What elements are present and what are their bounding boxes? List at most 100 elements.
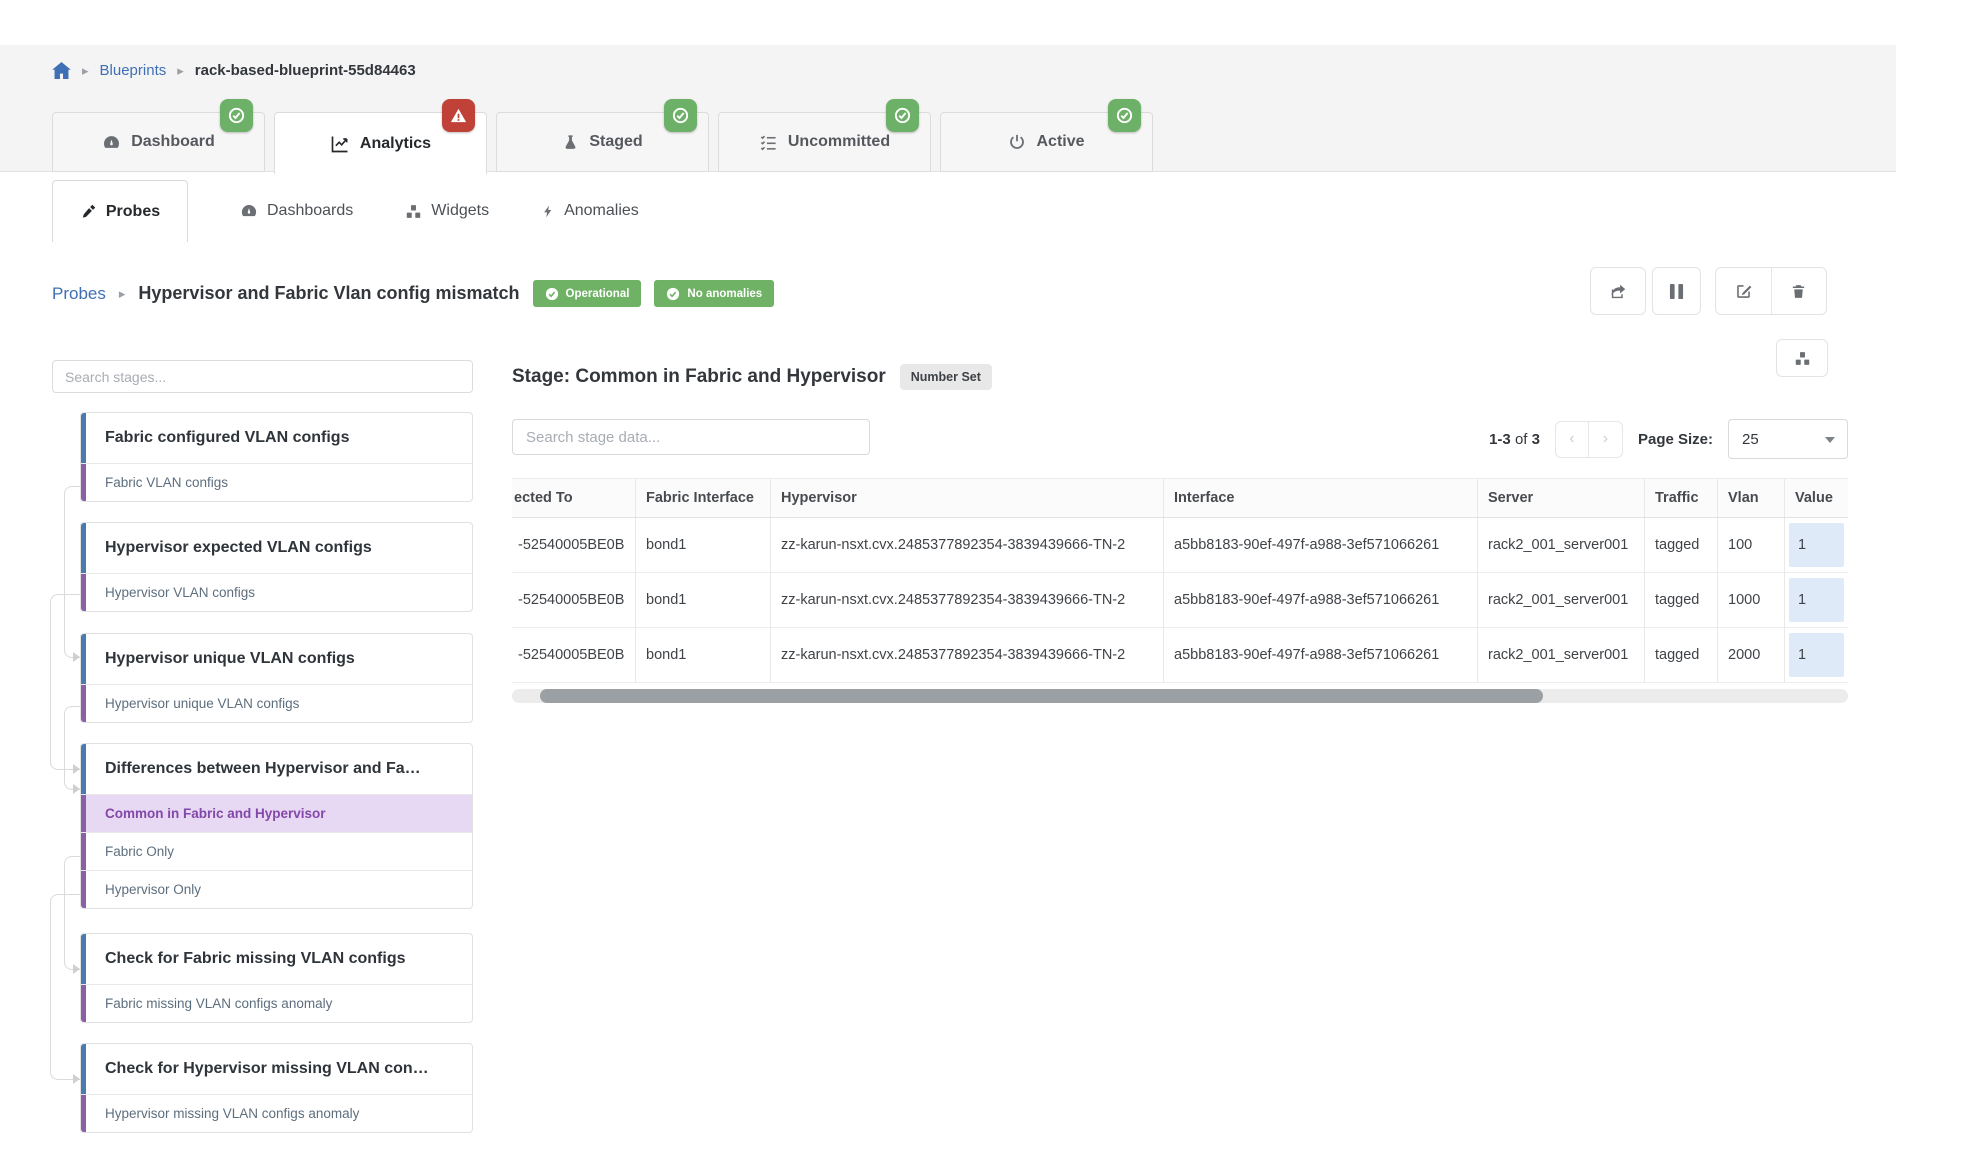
stage-output[interactable]: Hypervisor missing VLAN configs anomaly bbox=[81, 1094, 472, 1132]
stage-output[interactable]: Hypervisor Only bbox=[81, 870, 472, 908]
tab-dashboard[interactable]: Dashboard bbox=[52, 112, 265, 172]
stage-output[interactable]: Hypervisor unique VLAN configs bbox=[81, 684, 472, 722]
stage-panel-title: Stage: Common in Fabric and Hypervisor bbox=[512, 366, 886, 388]
edit-icon bbox=[1734, 282, 1753, 301]
cell-interface: a5bb8183-90ef-497f-a988-3ef571066261 bbox=[1163, 518, 1477, 572]
next-page-button[interactable]: › bbox=[1589, 421, 1623, 458]
stage-layout-toggle-button[interactable] bbox=[1776, 339, 1828, 377]
lightning-icon bbox=[541, 203, 555, 220]
col-interface[interactable]: Interface bbox=[1163, 479, 1477, 517]
stage-panel-header: Stage: Common in Fabric and Hypervisor N… bbox=[512, 364, 992, 390]
stage-title[interactable]: Check for Hypervisor missing VLAN con… bbox=[81, 1044, 472, 1094]
cell-server: rack2_001_server001 bbox=[1477, 628, 1644, 682]
tab-analytics[interactable]: Analytics bbox=[274, 112, 487, 174]
cell-vlan: 2000 bbox=[1717, 628, 1784, 682]
stage-output[interactable]: Hypervisor VLAN configs bbox=[81, 573, 472, 611]
breadcrumb-blueprints-link[interactable]: Blueprints bbox=[100, 62, 167, 79]
stage-output[interactable]: Fabric missing VLAN configs anomaly bbox=[81, 984, 472, 1022]
analytics-tabs: Probes Dashboards Widgets Anomalies bbox=[52, 180, 639, 242]
probe-title: Hypervisor and Fabric Vlan config mismat… bbox=[138, 283, 519, 304]
col-server[interactable]: Server bbox=[1477, 479, 1644, 517]
cell-interface: a5bb8183-90ef-497f-a988-3ef571066261 bbox=[1163, 628, 1477, 682]
check-circle-icon bbox=[666, 287, 680, 301]
scrollbar-thumb[interactable] bbox=[540, 689, 1543, 703]
page-size-select[interactable]: 25 bbox=[1728, 419, 1848, 459]
tab-label: Probes bbox=[106, 203, 160, 221]
stage-title[interactable]: Fabric configured VLAN configs bbox=[81, 413, 472, 463]
col-fabric-interface[interactable]: Fabric Interface bbox=[635, 479, 770, 517]
stage-title[interactable]: Differences between Hypervisor and Fa… bbox=[81, 744, 472, 794]
tab-uncommitted[interactable]: Uncommitted bbox=[718, 112, 931, 172]
stage-title[interactable]: Hypervisor expected VLAN configs bbox=[81, 523, 472, 573]
tab-label: Widgets bbox=[431, 202, 489, 220]
stage-title[interactable]: Hypervisor unique VLAN configs bbox=[81, 634, 472, 684]
pause-probe-button[interactable] bbox=[1652, 267, 1701, 315]
stage-card-hypervisor-unique: Hypervisor unique VLAN configs Hyperviso… bbox=[80, 633, 473, 723]
probe-header: Probes ▸ Hypervisor and Fabric Vlan conf… bbox=[52, 280, 774, 307]
power-icon bbox=[1008, 133, 1026, 151]
no-anomalies-badge: No anomalies bbox=[654, 280, 774, 307]
stage-connector-line bbox=[50, 894, 80, 1080]
gauge-icon bbox=[102, 133, 121, 152]
cell-vlan: 1000 bbox=[1717, 573, 1784, 627]
checklist-icon bbox=[759, 133, 778, 152]
stage-output-selected[interactable]: Common in Fabric and Hypervisor bbox=[81, 794, 472, 832]
stage-title[interactable]: Check for Fabric missing VLAN configs bbox=[81, 934, 472, 984]
stage-output[interactable]: Fabric VLAN configs bbox=[81, 463, 472, 501]
cell-traffic: tagged bbox=[1644, 573, 1717, 627]
tab-dashboards[interactable]: Dashboards bbox=[240, 202, 353, 220]
edit-probe-button[interactable] bbox=[1716, 268, 1771, 314]
tab-anomalies[interactable]: Anomalies bbox=[541, 202, 639, 220]
connector-arrow bbox=[73, 764, 80, 774]
cell-fabric-interface: bond1 bbox=[635, 628, 770, 682]
home-icon[interactable] bbox=[52, 62, 71, 79]
pagination-range: 1-3 of 3 bbox=[1489, 431, 1540, 448]
cell-hypervisor: zz-karun-nsxt.cvx.2485377892354-38394396… bbox=[770, 573, 1163, 627]
col-hypervisor[interactable]: Hypervisor bbox=[770, 479, 1163, 517]
operational-badge: Operational bbox=[533, 280, 642, 307]
probes-breadcrumb-link[interactable]: Probes bbox=[52, 284, 106, 304]
prev-page-button[interactable]: ‹ bbox=[1555, 421, 1589, 458]
tab-staged[interactable]: Staged bbox=[496, 112, 709, 172]
breadcrumb: ▸ Blueprints ▸ rack-based-blueprint-55d8… bbox=[52, 62, 416, 79]
cell-traffic: tagged bbox=[1644, 518, 1717, 572]
badge-label: No anomalies bbox=[687, 288, 762, 300]
table-horizontal-scrollbar[interactable] bbox=[512, 689, 1848, 703]
table-header-row: ected To Fabric Interface Hypervisor Int… bbox=[512, 478, 1848, 518]
stage-type-badge: Number Set bbox=[900, 364, 992, 390]
cell-value: 1 bbox=[1784, 518, 1848, 572]
tab-active[interactable]: Active bbox=[940, 112, 1153, 172]
export-probe-button[interactable] bbox=[1590, 267, 1646, 315]
status-ok-badge bbox=[220, 99, 253, 132]
stage-output[interactable]: Fabric Only bbox=[81, 832, 472, 870]
col-connected-to[interactable]: ected To bbox=[512, 479, 635, 517]
tab-widgets[interactable]: Widgets bbox=[405, 202, 489, 220]
table-row[interactable]: -52540005BE0B bond1 zz-karun-nsxt.cvx.24… bbox=[512, 628, 1848, 683]
delete-probe-button[interactable] bbox=[1771, 268, 1827, 314]
breadcrumb-separator: ▸ bbox=[119, 286, 126, 302]
value-highlight: 1 bbox=[1789, 523, 1844, 567]
search-stage-data-input[interactable] bbox=[512, 419, 870, 455]
stage-connector-line bbox=[64, 706, 80, 790]
search-stages-input[interactable] bbox=[52, 360, 473, 393]
tab-label: Anomalies bbox=[564, 202, 639, 220]
value-highlight: 1 bbox=[1789, 633, 1844, 677]
status-ok-badge bbox=[886, 99, 919, 132]
pagination: 1-3 of 3 ‹ › Page Size: 25 bbox=[1478, 419, 1848, 459]
table-row[interactable]: -52540005BE0B bond1 zz-karun-nsxt.cvx.24… bbox=[512, 518, 1848, 573]
col-vlan[interactable]: Vlan bbox=[1717, 479, 1784, 517]
stage-card-hypervisor-expected: Hypervisor expected VLAN configs Hypervi… bbox=[80, 522, 473, 612]
gauge-icon bbox=[240, 202, 258, 220]
tab-probes[interactable]: Probes bbox=[52, 180, 188, 242]
col-traffic[interactable]: Traffic bbox=[1644, 479, 1717, 517]
cell-connected-to: -52540005BE0B bbox=[512, 573, 635, 627]
status-ok-badge bbox=[1108, 99, 1141, 132]
connector-arrow bbox=[73, 1074, 80, 1084]
table-row[interactable]: -52540005BE0B bond1 zz-karun-nsxt.cvx.24… bbox=[512, 573, 1848, 628]
pagination-buttons: ‹ › bbox=[1555, 421, 1623, 458]
cell-vlan: 100 bbox=[1717, 518, 1784, 572]
stage-card-differences: Differences between Hypervisor and Fa… C… bbox=[80, 743, 473, 909]
col-value[interactable]: Value bbox=[1784, 479, 1848, 517]
cell-fabric-interface: bond1 bbox=[635, 518, 770, 572]
breadcrumb-separator: ▸ bbox=[177, 63, 184, 79]
